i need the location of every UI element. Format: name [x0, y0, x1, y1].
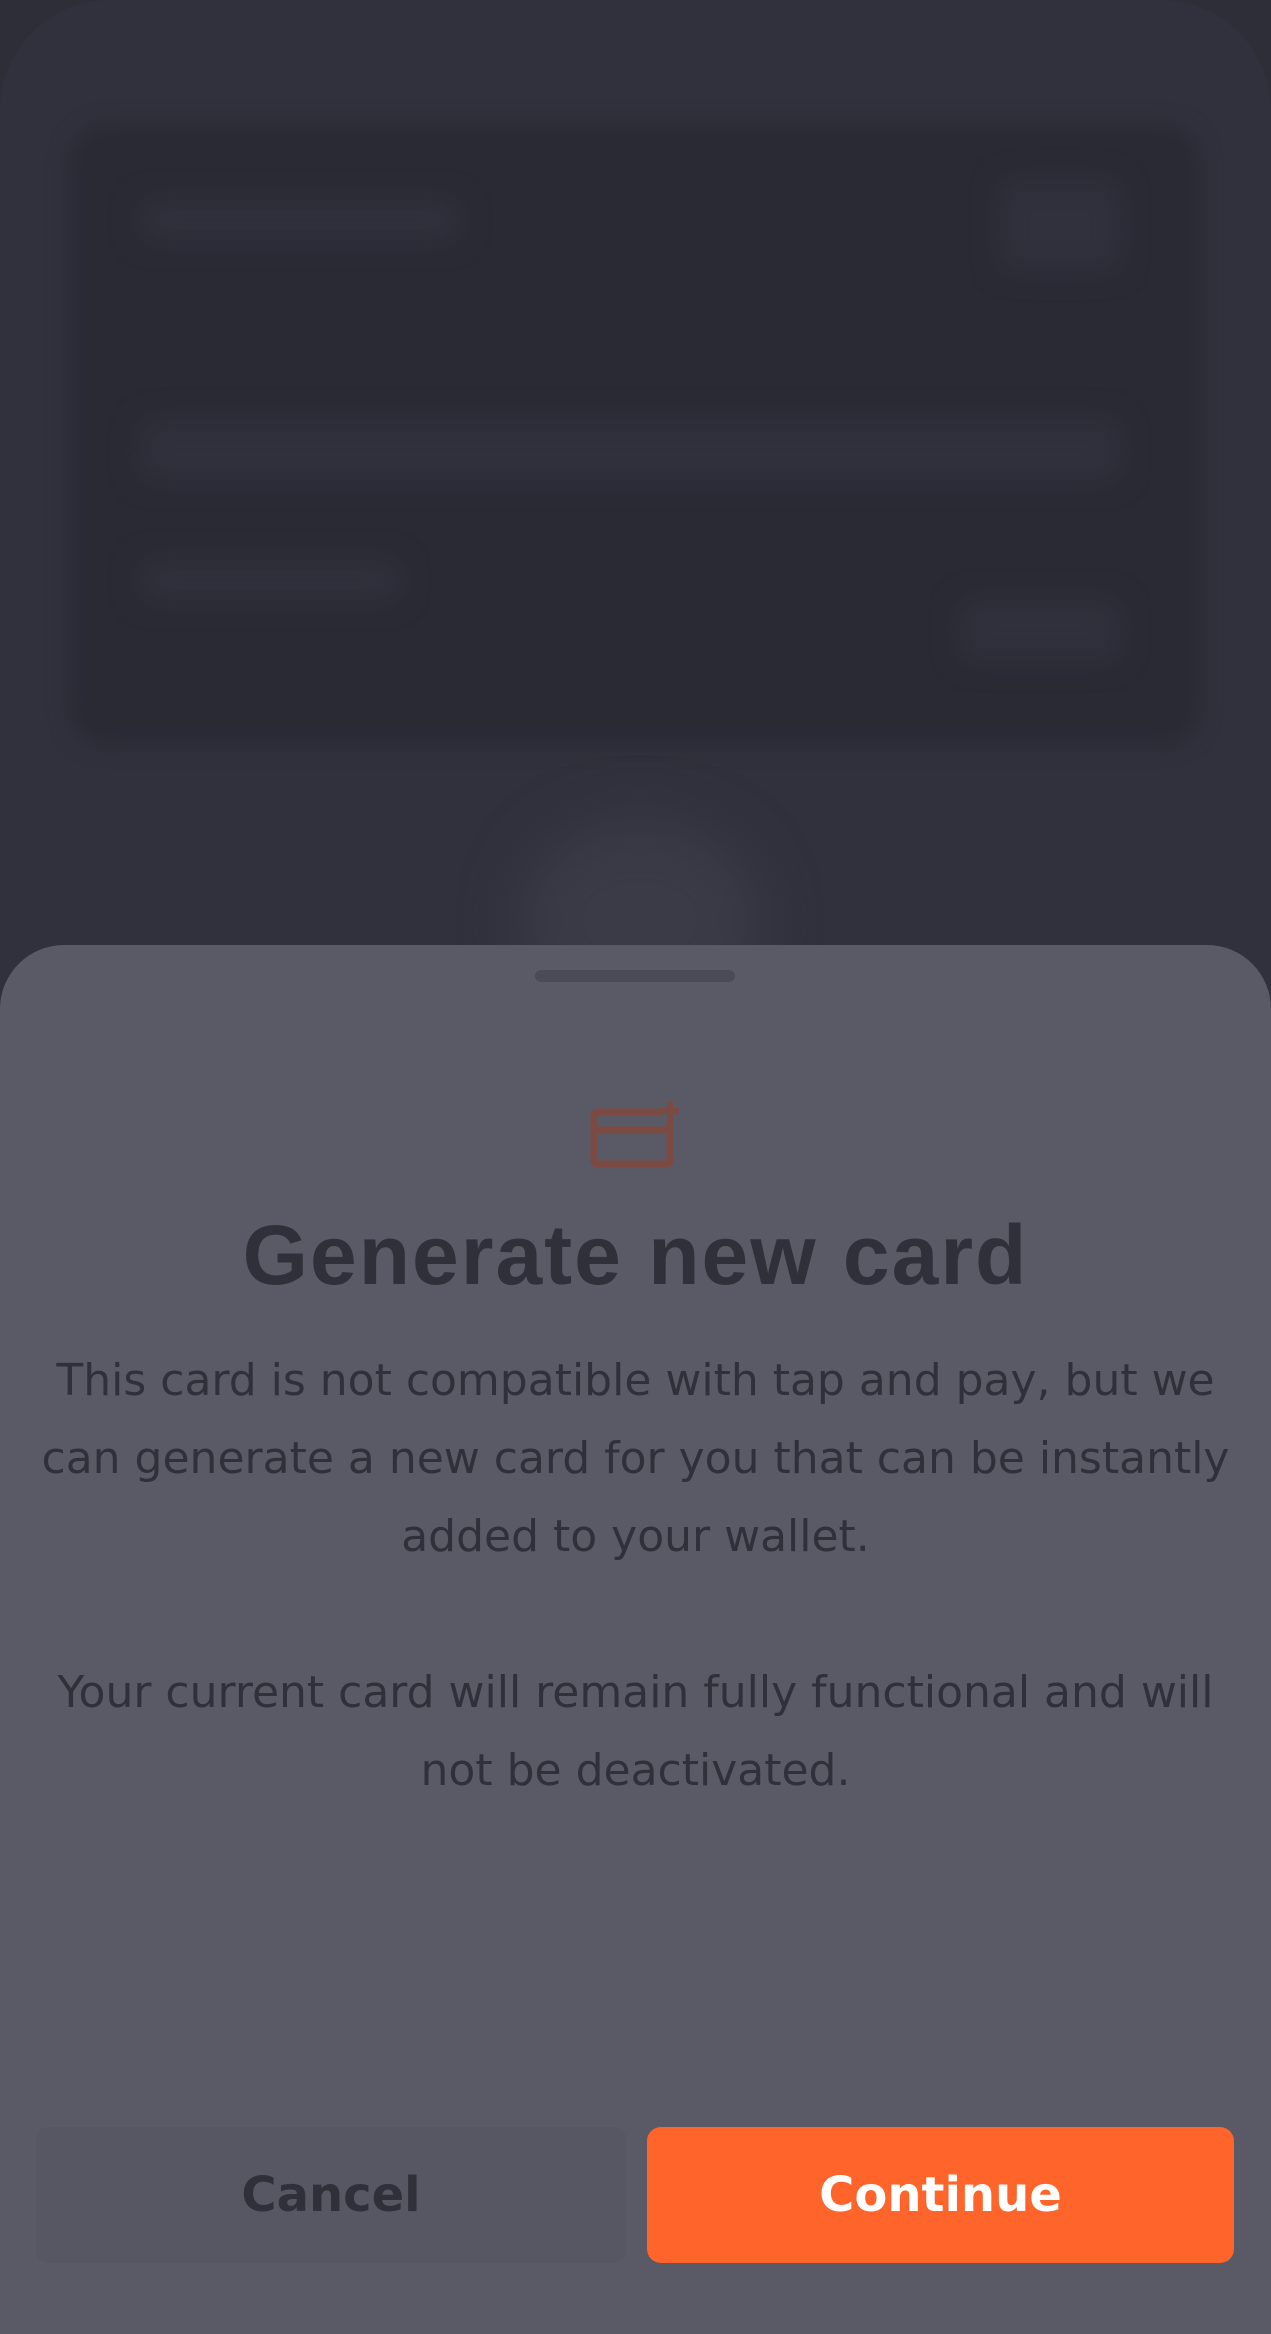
- description-paragraph: Your current card will remain fully func…: [57, 1667, 1214, 1796]
- background-card-line: [140, 200, 460, 240]
- continue-button[interactable]: Continue: [647, 2127, 1234, 2263]
- cancel-button[interactable]: Cancel: [36, 2127, 626, 2263]
- sheet-description: This card is not compatible with tap and…: [40, 1342, 1231, 1810]
- background-card-line: [960, 600, 1120, 660]
- sheet-title: Generate new card: [242, 1208, 1029, 1302]
- screen: Generate new card This card is not compa…: [0, 0, 1271, 2334]
- background-card-line: [1000, 180, 1120, 270]
- background-card-line: [140, 560, 400, 600]
- background-screen: [0, 0, 1271, 1100]
- bottom-sheet: Generate new card This card is not compa…: [0, 945, 1271, 2334]
- description-paragraph: This card is not compatible with tap and…: [41, 1355, 1230, 1562]
- background-card-line: [140, 420, 1120, 480]
- card-add-icon: [590, 1100, 679, 1168]
- sheet-grabber[interactable]: [535, 970, 735, 982]
